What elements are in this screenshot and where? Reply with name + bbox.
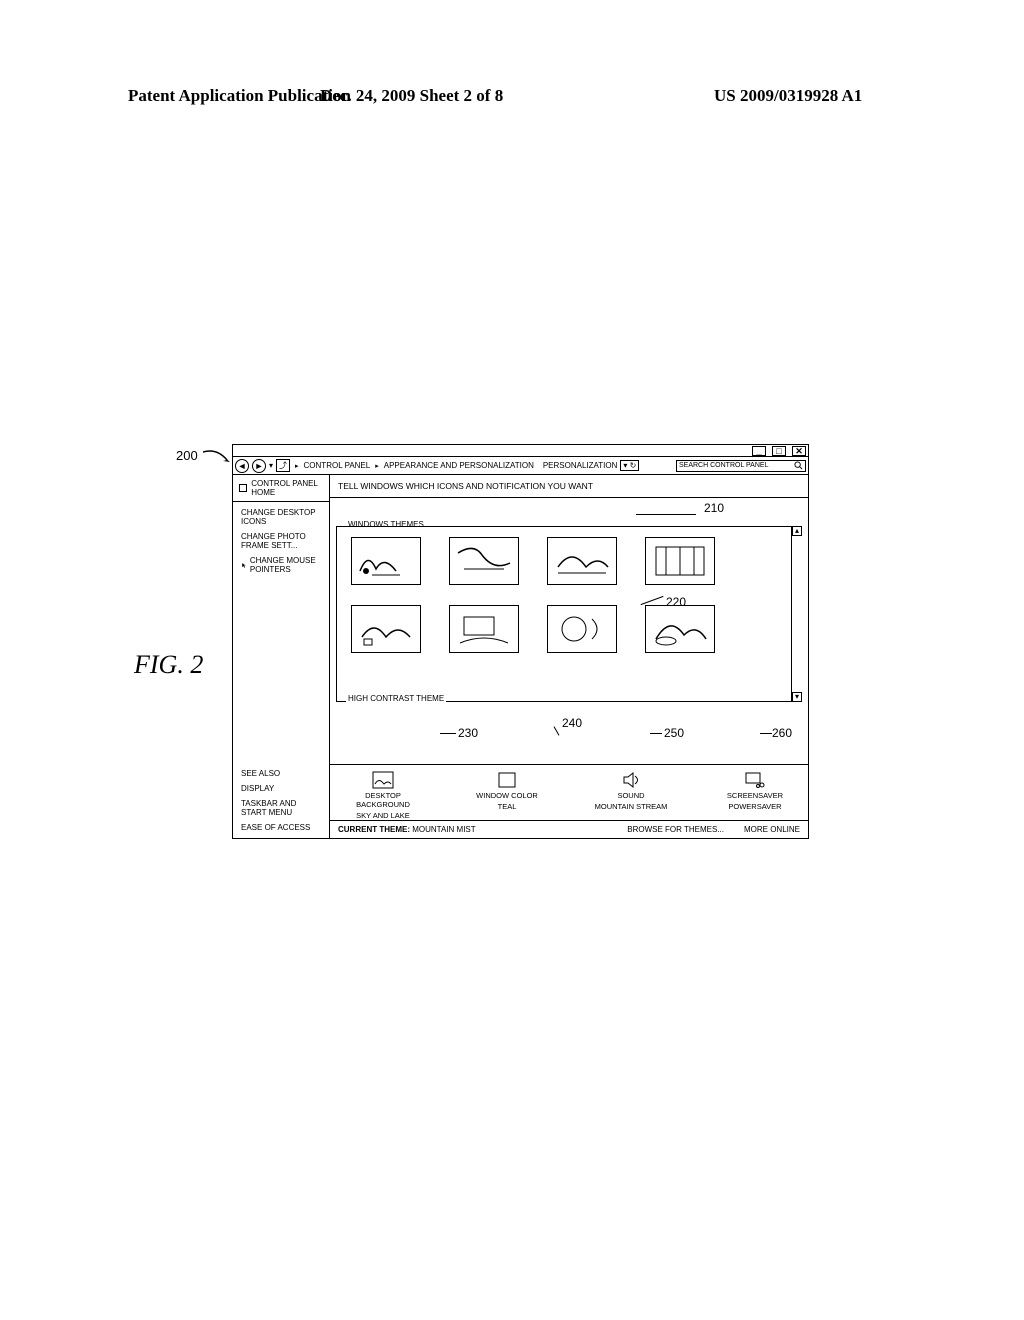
theme-thumbnail[interactable] [351, 537, 421, 585]
setting-window-color[interactable]: WINDOW COLOR TEAL [464, 771, 550, 820]
pointer-icon [241, 561, 247, 570]
scroll-down-button[interactable]: ▾ [792, 692, 802, 702]
ref-200: 200 [176, 448, 198, 463]
settings-row: DESKTOP BACKGROUND SKY AND LAKE WINDOW C… [330, 764, 808, 820]
ref-260: 260 [772, 726, 792, 740]
ref-210: 210 [704, 501, 724, 515]
search-placeholder: SEARCH CONTROL PANEL [679, 462, 792, 469]
sidebar-item-ease-of-access[interactable]: EASE OF ACCESS [241, 823, 321, 832]
main-title: TELL WINDOWS WHICH ICONS AND NOTIFICATIO… [330, 475, 808, 498]
sidebar-item-photo-frame[interactable]: CHANGE PHOTO FRAME SETT... [241, 532, 321, 550]
control-panel-home-label: CONTROL PANEL HOME [251, 479, 323, 497]
theme-thumbnail[interactable] [547, 537, 617, 585]
theme-thumbnail[interactable] [449, 537, 519, 585]
picture-icon [372, 771, 394, 789]
nav-forward-button[interactable]: ► [252, 459, 266, 473]
titlebar: _ □ ✕ [233, 445, 808, 457]
header-center: Dec. 24, 2009 Sheet 2 of 8 [320, 86, 503, 106]
sidebar: CONTROL PANEL HOME CHANGE DESKTOP ICONS … [233, 475, 330, 838]
breadcrumb-sep-icon [373, 461, 381, 470]
theme-thumbnail[interactable] [645, 537, 715, 585]
leader-250 [650, 733, 662, 734]
header-right: US 2009/0319928 A1 [714, 86, 862, 106]
more-online-link[interactable]: MORE ONLINE [744, 825, 800, 834]
theme-thumbnail[interactable] [351, 605, 421, 653]
breadcrumb-personalization[interactable]: PERSONALIZATION [543, 461, 618, 470]
header-left: Patent Application Publication [128, 86, 351, 106]
themes-list [336, 526, 792, 702]
section-high-contrast: HIGH CONTRAST THEME [346, 694, 446, 703]
theme-thumbnail[interactable] [547, 605, 617, 653]
control-panel-home-link[interactable]: CONTROL PANEL HOME [233, 475, 329, 502]
see-also-label: SEE ALSO [241, 769, 321, 778]
color-swatch-icon [496, 771, 518, 789]
address-dropdown[interactable]: ▾ ↻ [620, 460, 639, 471]
speaker-icon [620, 771, 642, 789]
setting-desktop-background[interactable]: DESKTOP BACKGROUND SKY AND LAKE [340, 771, 426, 820]
ref-240: 240 [562, 716, 582, 730]
leader-230 [440, 733, 456, 734]
ref-230: 230 [458, 726, 478, 740]
arrow-200-icon [203, 450, 231, 464]
minimize-button[interactable]: _ [752, 446, 766, 456]
figure-label: FIG. 2 [134, 650, 203, 680]
search-input[interactable]: SEARCH CONTROL PANEL [676, 460, 806, 472]
close-button[interactable]: ✕ [792, 446, 806, 456]
sidebar-item-taskbar[interactable]: TASKBAR AND START MENU [241, 799, 321, 817]
ref-250: 250 [664, 726, 684, 740]
sidebar-item-display[interactable]: DISPLAY [241, 784, 321, 793]
folder-up-icon[interactable]: ⤴ [276, 459, 290, 472]
setting-screensaver[interactable]: SCREENSAVER POWERSAVER [712, 771, 798, 820]
theme-thumbnail[interactable] [645, 605, 715, 653]
setting-sound[interactable]: SOUND MOUNTAIN STREAM [588, 771, 674, 820]
chevron-down-icon[interactable]: ▾ [269, 461, 273, 470]
search-icon [794, 461, 803, 470]
ref-220: 220 [666, 595, 686, 609]
maximize-button[interactable]: □ [772, 446, 786, 456]
status-row: CURRENT THEME: MOUNTAIN MIST BROWSE FOR … [330, 820, 808, 838]
toolbar: ◄ ► ▾ ⤴ CONTROL PANEL APPEARANCE AND PER… [233, 457, 808, 475]
theme-thumbnail[interactable] [449, 605, 519, 653]
browse-themes-link[interactable]: BROWSE FOR THEMES... [627, 825, 724, 834]
main-pane: TELL WINDOWS WHICH ICONS AND NOTIFICATIO… [330, 475, 808, 838]
leader-210 [636, 514, 696, 515]
leader-260 [760, 733, 772, 734]
screensaver-icon [744, 771, 766, 789]
scroll-up-button[interactable]: ▴ [792, 526, 802, 536]
monitor-icon [239, 484, 247, 492]
breadcrumb-sep-icon [293, 461, 301, 470]
sidebar-item-mouse-pointers[interactable]: CHANGE MOUSE POINTERS [241, 556, 321, 574]
current-theme: CURRENT THEME: MOUNTAIN MIST [338, 825, 476, 834]
sidebar-item-desktop-icons[interactable]: CHANGE DESKTOP ICONS [241, 508, 321, 526]
breadcrumb-appearance[interactable]: APPEARANCE AND PERSONALIZATION [384, 461, 534, 470]
breadcrumb-control-panel[interactable]: CONTROL PANEL [304, 461, 371, 470]
nav-back-button[interactable]: ◄ [235, 459, 249, 473]
